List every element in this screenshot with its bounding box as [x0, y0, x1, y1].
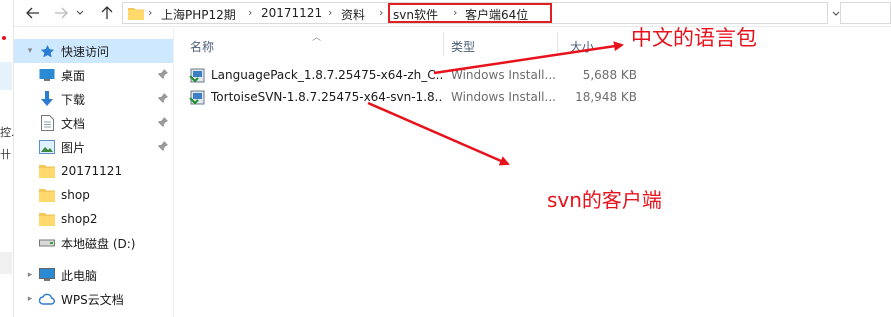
file-size: 5,688 KB [582, 68, 637, 82]
pin-icon [158, 117, 168, 127]
nav-item-local-disk-d[interactable]: ▸ 本地磁盘 (D:) [14, 231, 174, 255]
column-header-name[interactable]: 名称 [190, 34, 214, 58]
pane-divider [173, 28, 174, 317]
search-input[interactable] [840, 2, 891, 24]
nav-item-label: 20171121 [61, 164, 123, 178]
red-dot-marker [2, 36, 6, 40]
nav-item-label: 下载 [61, 92, 86, 107]
pin-icon [158, 141, 168, 151]
column-header-label: 名称 [190, 39, 215, 54]
file-row[interactable]: LanguagePack_1.8.7.25475-x64-zh_C... Win… [189, 64, 649, 86]
column-header-size[interactable]: 大小 [570, 34, 594, 58]
breadcrumb-item[interactable]: 20171121 [261, 6, 322, 20]
forward-button[interactable] [50, 3, 72, 23]
left-window-edge: 控. 卄 [0, 0, 15, 317]
folder-icon [38, 186, 56, 204]
nav-item-folder-shop2[interactable]: ▸ shop2 [14, 207, 174, 231]
navigation-pane: ▾ 快速访问 ▸ 桌面 ▸ 下载 ▸ 文档 ▸ 图片 [14, 28, 174, 317]
nav-item-label: shop2 [61, 212, 98, 226]
breadcrumb-highlight-box [388, 3, 552, 23]
column-header-type[interactable]: 类型 [451, 34, 475, 58]
pin-icon [158, 69, 168, 79]
edge-band [0, 252, 12, 274]
chevron-down-icon [832, 11, 840, 16]
chevron-down-icon [76, 10, 84, 15]
nav-item-label: 文档 [61, 116, 86, 131]
msi-installer-icon [189, 66, 207, 84]
picture-icon [38, 138, 56, 156]
nav-item-label: shop [61, 188, 90, 202]
up-button[interactable] [96, 3, 118, 23]
nav-item-downloads[interactable]: ▸ 下载 [14, 87, 174, 111]
file-type: Windows Install... [451, 90, 556, 104]
up-arrow-icon [101, 6, 113, 19]
column-divider[interactable] [443, 32, 444, 56]
nav-wps-cloud-label: WPS云文档 [61, 292, 124, 307]
edge-text-fragment: 卄 [0, 148, 11, 161]
breadcrumb-separator: › [379, 6, 384, 19]
document-icon [38, 114, 56, 132]
chevron-right-icon[interactable]: ▸ [24, 294, 36, 304]
breadcrumb-item[interactable]: 资料 [341, 6, 365, 23]
nav-this-pc[interactable]: ▸ 此电脑 [14, 263, 174, 287]
file-size: 18,948 KB [575, 90, 637, 104]
selected-band [0, 62, 12, 90]
desktop-icon [38, 66, 56, 84]
folder-icon [128, 8, 144, 20]
address-bar[interactable]: › 上海PHP12期 › 20171121 › 资料 › svn软件 › 客户端… [122, 2, 828, 24]
file-list-pane: ︿ 名称 类型 大小 LanguagePack_1.8.7.25475-x64-… [175, 28, 891, 317]
nav-item-folder-20171121[interactable]: ▸ 20171121 [14, 159, 174, 183]
star-icon [38, 42, 56, 60]
address-dropdown-button[interactable] [832, 6, 840, 20]
column-header-label: 大小 [570, 39, 595, 54]
file-name: TortoiseSVN-1.8.7.25475-x64-svn-1.8.... [211, 90, 443, 104]
nav-this-pc-label: 此电脑 [61, 268, 98, 283]
annotation-language-pack: 中文的语言包 [631, 26, 757, 50]
nav-item-desktop[interactable]: ▸ 桌面 [14, 63, 174, 87]
chevron-right-icon[interactable]: ▸ [24, 270, 36, 280]
nav-item-folder-shop[interactable]: ▸ shop [14, 183, 174, 207]
back-arrow-icon [26, 7, 39, 19]
forward-arrow-icon [55, 7, 68, 19]
breadcrumb-separator: › [148, 6, 153, 19]
breadcrumb-separator: › [328, 6, 333, 19]
nav-item-label: 桌面 [61, 68, 86, 83]
column-header-label: 类型 [451, 39, 476, 54]
nav-quick-access[interactable]: ▾ 快速访问 [14, 39, 174, 63]
nav-item-label: 本地磁盘 (D:) [61, 236, 136, 251]
nav-quick-access-label: 快速访问 [61, 44, 110, 59]
navigation-toolbar: › 上海PHP12期 › 20171121 › 资料 › svn软件 › 客户端… [14, 0, 891, 27]
breadcrumb-separator: › [248, 6, 253, 19]
annotation-svn-client: svn的客户端 [547, 188, 662, 212]
column-divider[interactable] [557, 32, 558, 56]
pin-icon [158, 93, 168, 103]
folder-icon [38, 162, 56, 180]
sort-up-icon: ︿ [312, 33, 322, 43]
back-button[interactable] [22, 3, 44, 23]
chevron-down-icon[interactable]: ▾ [24, 46, 36, 56]
nav-item-documents[interactable]: ▸ 文档 [14, 111, 174, 135]
nav-wps-cloud[interactable]: ▸ WPS云文档 [14, 287, 174, 311]
drive-icon [38, 234, 56, 252]
edge-text-fragment: 控. [0, 126, 15, 139]
file-type: Windows Install... [451, 68, 556, 82]
breadcrumb-item[interactable]: 上海PHP12期 [161, 6, 236, 23]
recent-locations-button[interactable] [72, 3, 88, 23]
file-row[interactable]: TortoiseSVN-1.8.7.25475-x64-svn-1.8.... … [189, 86, 649, 108]
computer-icon [38, 266, 56, 284]
cloud-icon [38, 290, 56, 308]
file-name: LanguagePack_1.8.7.25475-x64-zh_C... [211, 68, 443, 82]
nav-item-label: 图片 [61, 140, 86, 155]
folder-icon [38, 210, 56, 228]
msi-installer-icon [189, 88, 207, 106]
nav-item-pictures[interactable]: ▸ 图片 [14, 135, 174, 159]
download-icon [38, 90, 56, 108]
